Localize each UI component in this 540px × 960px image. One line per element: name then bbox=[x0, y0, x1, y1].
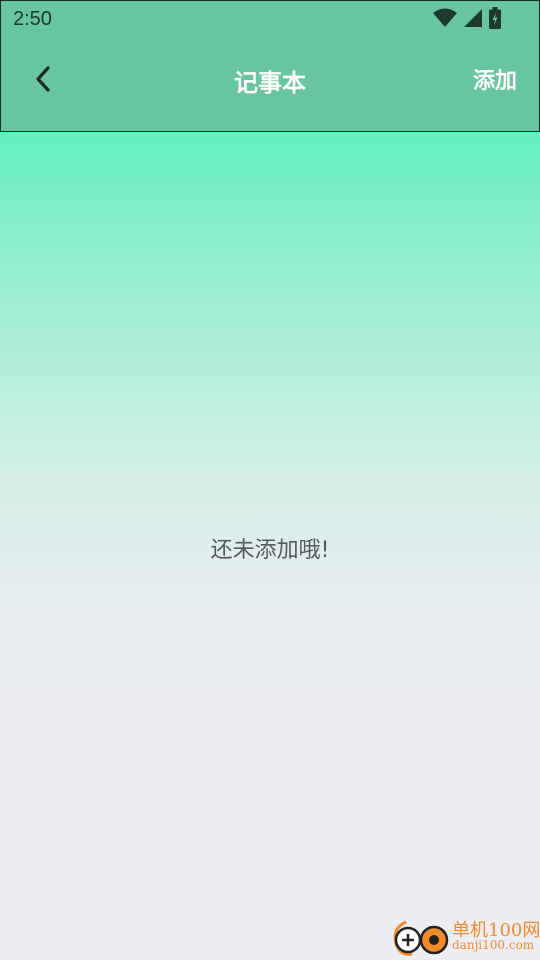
status-bar: 2:50 bbox=[1, 1, 539, 37]
empty-state-message: 还未添加哦! bbox=[210, 538, 330, 563]
toolbar: 记事本 添加 bbox=[1, 37, 539, 123]
page-title: 记事本 bbox=[234, 69, 306, 97]
add-button[interactable]: 添加 bbox=[473, 63, 517, 95]
status-icons bbox=[433, 7, 501, 29]
status-time: 2:50 bbox=[13, 8, 52, 30]
watermark: 单机100网 danji100.com bbox=[388, 914, 540, 958]
chevron-left-icon bbox=[36, 66, 50, 92]
back-button[interactable] bbox=[25, 61, 61, 97]
app-screen: 2:50 记事本 添加 还未添加哦! 单机100网 danji100.com bbox=[0, 0, 540, 960]
wifi-icon bbox=[433, 8, 457, 27]
watermark-url: danji100.com bbox=[452, 938, 535, 952]
watermark-logo-icon bbox=[393, 920, 449, 956]
app-header: 2:50 记事本 添加 bbox=[0, 0, 540, 132]
signal-icon bbox=[464, 9, 482, 27]
battery-charging-icon bbox=[489, 7, 501, 29]
